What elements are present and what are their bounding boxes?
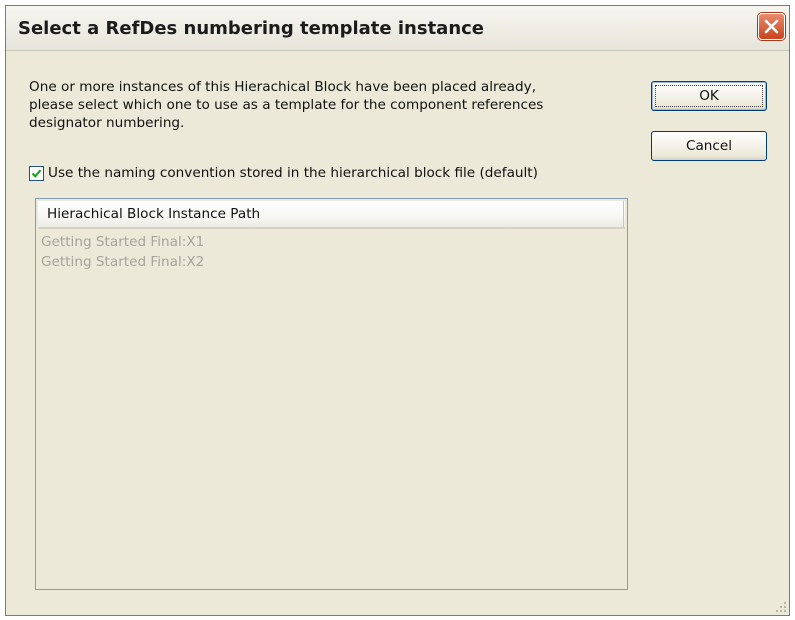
list-item[interactable]: Getting Started Final:X1 xyxy=(38,232,625,252)
instance-list[interactable]: Hierachical Block Instance Path Getting … xyxy=(35,198,628,590)
ok-button[interactable]: OK xyxy=(651,81,767,111)
resize-grip-icon[interactable] xyxy=(775,601,787,613)
instructions-text: One or more instances of this Hierachica… xyxy=(29,79,544,131)
close-icon xyxy=(764,19,779,34)
list-rows: Getting Started Final:X1 Getting Started… xyxy=(38,232,625,272)
naming-convention-label: Use the naming convention stored in the … xyxy=(48,165,538,181)
window-title: Select a RefDes numbering template insta… xyxy=(18,18,485,39)
naming-convention-checkbox[interactable] xyxy=(29,165,44,181)
list-header: Hierachical Block Instance Path xyxy=(38,201,625,229)
cancel-button[interactable]: Cancel xyxy=(651,131,767,161)
dialog-window: Select a RefDes numbering template insta… xyxy=(5,5,790,616)
checkmark-icon xyxy=(31,168,42,178)
title-bar[interactable]: Select a RefDes numbering template insta… xyxy=(6,6,789,51)
focus-ring xyxy=(655,85,763,107)
naming-convention-option[interactable]: Use the naming convention stored in the … xyxy=(29,163,538,183)
column-header-instance-path[interactable]: Hierachical Block Instance Path xyxy=(38,201,624,227)
dialog-client-area: One or more instances of this Hierachica… xyxy=(6,51,789,615)
list-item[interactable]: Getting Started Final:X2 xyxy=(38,252,625,272)
close-button[interactable] xyxy=(758,13,785,40)
cancel-button-label: Cancel xyxy=(685,138,733,154)
